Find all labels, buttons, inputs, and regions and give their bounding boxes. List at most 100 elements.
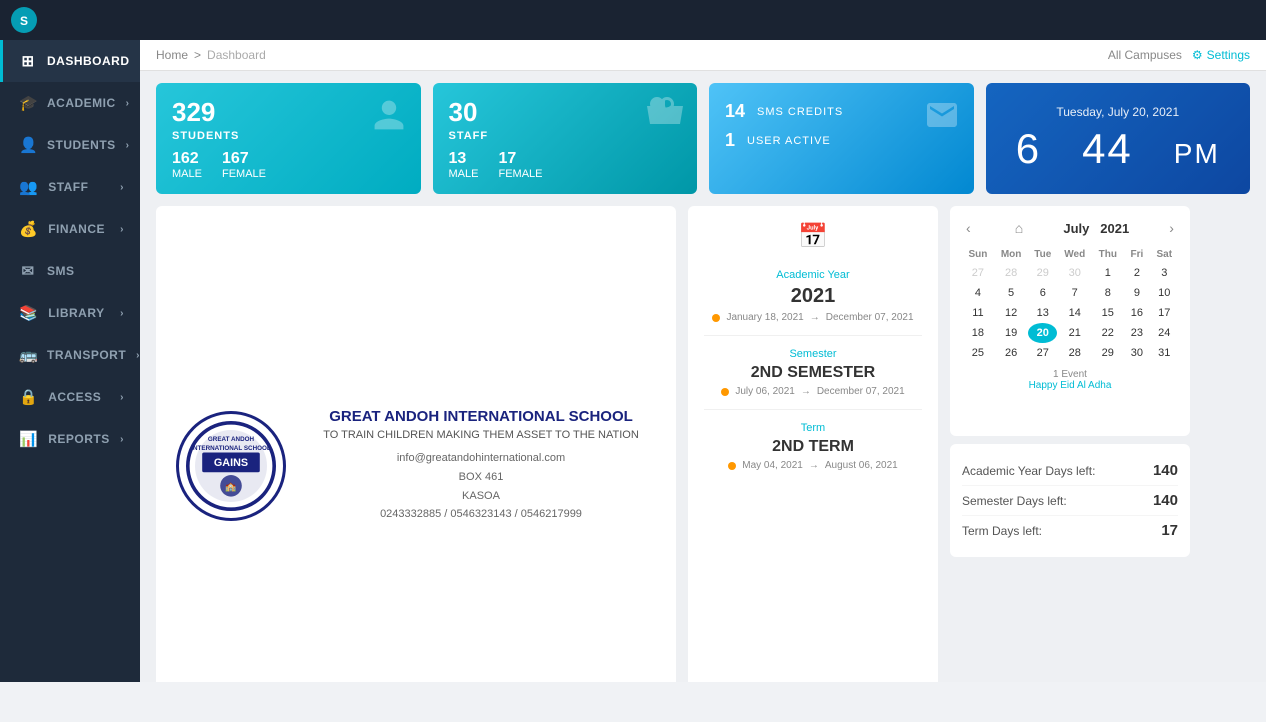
- term-end: August 06, 2021: [825, 460, 898, 471]
- calendar-day[interactable]: 9: [1123, 283, 1150, 303]
- academic-days-label: Academic Year Days left:: [962, 464, 1095, 478]
- calendar-day[interactable]: 20: [1028, 323, 1057, 343]
- calendar-day[interactable]: 17: [1151, 303, 1178, 323]
- calendar-day[interactable]: 16: [1123, 303, 1150, 323]
- calendar-day[interactable]: 30: [1123, 343, 1150, 363]
- svg-text:🏫: 🏫: [225, 481, 236, 491]
- transport-icon: 🚌: [19, 346, 37, 364]
- chevron-right-icon: ›: [120, 308, 124, 319]
- calendar-day[interactable]: 23: [1123, 323, 1150, 343]
- calendar-day[interactable]: 31: [1151, 343, 1178, 363]
- mid-left: GREAT ANDOH INTERNATIONAL SCHOOL GAINS 🏫…: [156, 206, 676, 682]
- calendar-day[interactable]: 22: [1092, 323, 1123, 343]
- semester-start: July 06, 2021: [735, 386, 795, 397]
- calendar-day[interactable]: 8: [1092, 283, 1123, 303]
- students-female-count: 167: [222, 150, 266, 168]
- calendar-day[interactable]: 29: [1028, 263, 1057, 283]
- sidebar-item-finance[interactable]: 💰 FINANCE ›: [0, 208, 140, 250]
- calendar-day[interactable]: 15: [1092, 303, 1123, 323]
- sidebar-item-students[interactable]: 👤 STUDENTS ›: [0, 124, 140, 166]
- school-email: info@greatandohinternational.com: [397, 452, 565, 464]
- semester-days-value: 140: [1153, 492, 1178, 509]
- calendar-day[interactable]: 2: [1123, 263, 1150, 283]
- app-logo[interactable]: S: [0, 0, 1266, 40]
- date-arrow-icon: →: [801, 386, 811, 397]
- staff-stat-card: 30 STAFF 13 MALE 17 FEMALE: [433, 83, 698, 194]
- staff-male-count: 13: [449, 150, 479, 168]
- calendar-icon: 📅: [798, 223, 828, 250]
- academic-year-section: Academic Year 2021 January 18, 2021 → De…: [704, 257, 922, 336]
- stats-row: 329 STUDENTS 162 MALE 167 FEMALE 30: [140, 71, 1266, 206]
- calendar-day[interactable]: 12: [994, 303, 1029, 323]
- sidebar-label-finance: FINANCE: [48, 222, 105, 236]
- calendar-day[interactable]: 6: [1028, 283, 1057, 303]
- calendar-day[interactable]: 28: [994, 263, 1029, 283]
- svg-text:GAINS: GAINS: [214, 457, 248, 469]
- sidebar-item-access[interactable]: 🔒 ACCESS ›: [0, 376, 140, 418]
- sidebar-item-library[interactable]: 📚 LIBRARY ›: [0, 292, 140, 334]
- sidebar-item-academic[interactable]: 🎓 ACADEMIC ›: [0, 82, 140, 124]
- calendar-day[interactable]: 30: [1057, 263, 1092, 283]
- academic-year-label: Academic Year: [704, 269, 922, 281]
- students-stat-card: 329 STUDENTS 162 MALE 167 FEMALE: [156, 83, 421, 194]
- calendar-day[interactable]: 7: [1057, 283, 1092, 303]
- sidebar-item-transport[interactable]: 🚌 TRANSPORT ›: [0, 334, 140, 376]
- calendar-day[interactable]: 1: [1092, 263, 1123, 283]
- school-logo: GREAT ANDOH INTERNATIONAL SCHOOL GAINS 🏫: [176, 411, 286, 521]
- time-hour: 6: [1016, 125, 1041, 172]
- school-location: KASOA: [462, 490, 500, 502]
- sms-credits-label: SMS CREDITS: [757, 106, 843, 118]
- calendar-day[interactable]: 27: [962, 263, 994, 283]
- staff-details: 13 MALE 17 FEMALE: [449, 150, 682, 180]
- calendar-day[interactable]: 13: [1028, 303, 1057, 323]
- breadcrumb-bar: Home > Dashboard All Campuses ⚙ Settings: [140, 40, 1266, 71]
- school-info-card: GREAT ANDOH INTERNATIONAL SCHOOL GAINS 🏫…: [156, 206, 676, 682]
- date-arrow-icon: →: [810, 312, 820, 323]
- cal-day-mon: Mon: [994, 246, 1029, 263]
- calendar-day[interactable]: 11: [962, 303, 994, 323]
- sidebar-item-sms[interactable]: ✉ SMS: [0, 250, 140, 292]
- calendar-day[interactable]: 18: [962, 323, 994, 343]
- calendar-day[interactable]: 14: [1057, 303, 1092, 323]
- sms-icon: ✉: [19, 262, 37, 280]
- calendar-day[interactable]: 28: [1057, 343, 1092, 363]
- calendar-day[interactable]: 26: [994, 343, 1029, 363]
- calendar-day[interactable]: 25: [962, 343, 994, 363]
- calendar-day[interactable]: 10: [1151, 283, 1178, 303]
- sidebar-label-students: STUDENTS: [47, 138, 116, 152]
- calendar-home-icon[interactable]: ⌂: [1011, 218, 1027, 238]
- calendar-prev-icon[interactable]: ‹: [962, 218, 975, 238]
- academic-year-start: January 18, 2021: [726, 312, 803, 323]
- calendar-day[interactable]: 4: [962, 283, 994, 303]
- term-days-value: 17: [1161, 522, 1178, 539]
- calendar-day[interactable]: 29: [1092, 343, 1123, 363]
- calendar-day[interactable]: 19: [994, 323, 1029, 343]
- sidebar-item-staff[interactable]: 👥 STAFF ›: [0, 166, 140, 208]
- staff-male-label: MALE: [449, 168, 479, 180]
- term-days-label: Term Days left:: [962, 524, 1042, 538]
- sidebar-label-library: LIBRARY: [48, 306, 104, 320]
- sms-user-count: 1: [725, 130, 735, 151]
- calendar-day[interactable]: 21: [1057, 323, 1092, 343]
- main-content: Home > Dashboard All Campuses ⚙ Settings…: [140, 40, 1266, 682]
- calendar-day[interactable]: 24: [1151, 323, 1178, 343]
- calendar-day[interactable]: 3: [1151, 263, 1178, 283]
- term-start: May 04, 2021: [742, 460, 803, 471]
- calendar-card: ‹ ⌂ July 2021 › Sun Mon Tue: [950, 206, 1190, 436]
- calendar-day[interactable]: 27: [1028, 343, 1057, 363]
- calendar-next-icon[interactable]: ›: [1165, 218, 1178, 238]
- term-label: Term: [704, 422, 922, 434]
- semester-section: Semester 2ND SEMESTER July 06, 2021 → De…: [704, 336, 922, 410]
- calendar-day[interactable]: 5: [994, 283, 1029, 303]
- sms-stat-card: 14 SMS CREDITS 1 USER ACTIVE: [709, 83, 974, 194]
- sms-card-icon: [924, 97, 960, 140]
- breadcrumb-home[interactable]: Home: [156, 48, 188, 62]
- school-box: BOX 461: [459, 471, 504, 483]
- term-days-row: Term Days left: 17: [962, 516, 1178, 545]
- semester-label: Semester: [704, 348, 922, 360]
- settings-button[interactable]: ⚙ Settings: [1192, 48, 1250, 62]
- sidebar-item-dashboard[interactable]: ⊞ DASHBOARD: [0, 40, 140, 82]
- calendar-event: 1 Event Happy Eid Al Adha: [962, 369, 1178, 391]
- sidebar-item-reports[interactable]: 📊 REPORTS ›: [0, 418, 140, 460]
- sidebar-label-transport: TRANSPORT: [47, 348, 126, 362]
